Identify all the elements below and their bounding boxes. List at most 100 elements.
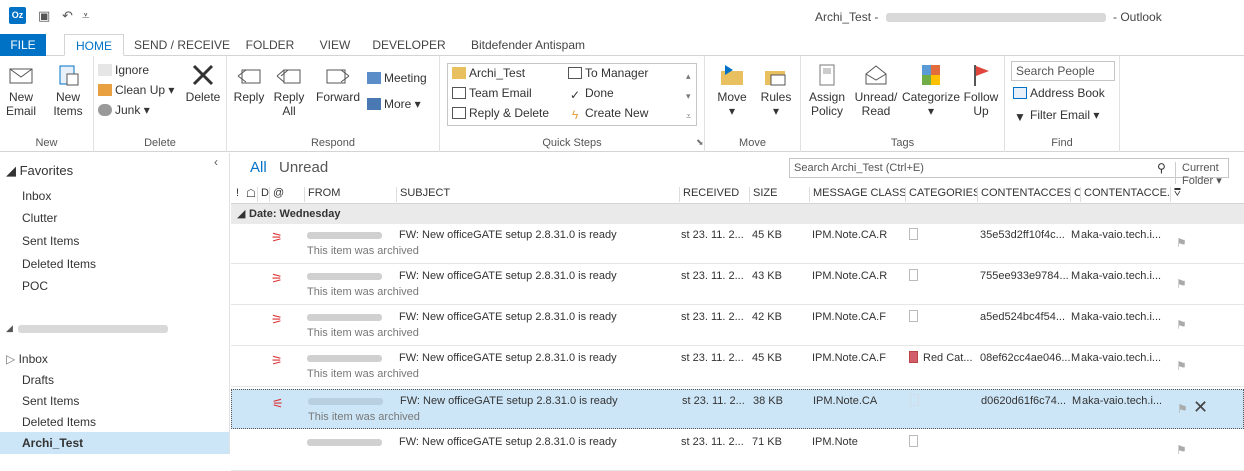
category-box[interactable] [909,228,918,240]
folder-sent-items[interactable]: Sent Items [22,394,79,408]
flag-icon[interactable]: ⚑ [1176,236,1187,250]
col-size[interactable]: SIZE [749,187,809,202]
table-row-selected[interactable]: ⚟ FW: New officeGATE setup 2.8.31.0 is r… [231,389,1244,429]
col-c[interactable]: C [1070,187,1080,202]
favorites-header[interactable]: ◢ Favorites [6,163,73,179]
follow-up-button[interactable]: Follow Up [963,62,999,118]
table-row[interactable]: ⚞ FW: New officeGATE setup 2.8.31.0 is r… [231,306,1244,346]
tab-folder[interactable]: FOLDER [240,34,300,56]
delete-row-icon[interactable]: ✕ [1193,397,1208,418]
col-reminder[interactable]: ☖ [243,187,256,202]
category-box[interactable] [909,310,918,322]
tab-view[interactable]: VIEW [312,34,358,56]
quick-steps-launcher-icon[interactable]: ⬊ [696,137,704,148]
table-row[interactable]: ⚞ FW: New officeGATE setup 2.8.31.0 is r… [231,347,1244,387]
category-red-box[interactable] [909,351,918,363]
table-row[interactable]: ⚞ FW: New officeGATE setup 2.8.31.0 is r… [231,265,1244,305]
col-icon[interactable]: D [257,187,269,202]
category-box[interactable] [909,269,918,281]
filter-all[interactable]: All [250,159,267,176]
table-row[interactable]: ⚞ FW: New officeGATE setup 2.8.31.0 is r… [231,224,1244,264]
folder-drafts[interactable]: Drafts [22,373,54,387]
outlook-app-icon[interactable]: Oz [9,7,26,24]
folder-deleted-items[interactable]: Deleted Items [22,415,96,429]
quickstep-done[interactable]: ✓ Done [568,85,614,101]
sender-redacted [307,355,382,362]
fav-folder-poc[interactable]: POC [22,279,48,293]
table-row[interactable]: FW: New officeGATE setup 2.8.31.0 is rea… [231,431,1244,471]
quickstep-create-new[interactable]: ϟ Create New [568,105,649,121]
col-received[interactable]: RECEIVED [679,187,749,202]
delete-button[interactable]: Delete [184,62,222,104]
tab-bitdefender-antispam[interactable]: Bitdefender Antispam [460,34,596,56]
group-find: Search People Address Book ▼ Filter Email… [1005,56,1120,152]
col-message-class[interactable]: MESSAGE CLASS [809,187,905,202]
collapse-group-icon: ◢ [237,208,246,220]
col-importance[interactable]: ! [236,187,239,202]
group-header-date[interactable]: ◢ Date: Wednesday [231,204,1244,224]
group-label-move: Move [739,137,766,149]
folder-archi-test[interactable]: Archi_Test [0,432,229,454]
account-expand-icon[interactable]: ◢ [6,323,13,334]
collapse-pane-icon[interactable]: ‹ [214,155,218,169]
save-icon[interactable]: ▣ [38,8,50,24]
meeting-button[interactable]: Meeting [367,70,427,86]
quickstep-team-email[interactable]: Team Email [452,85,532,101]
new-email-button[interactable]: New Email [6,62,36,118]
fav-folder-deleted-items[interactable]: Deleted Items [22,257,96,271]
rules-button[interactable]: Rules ▾ [757,62,795,118]
quickstep-reply-delete[interactable]: Reply & Delete [452,105,549,121]
quickstep-archi-test[interactable]: Archi_Test [452,65,525,81]
reply-all-button[interactable]: Reply All [273,62,305,118]
filter-email-button[interactable]: ▼ Filter Email ▾ [1013,107,1099,123]
tab-send-receive[interactable]: SEND / RECEIVE [132,34,232,56]
search-icon[interactable]: ⚲ [1157,161,1166,175]
filter-unread[interactable]: Unread [279,159,328,176]
gallery-scroll-icon[interactable]: ▴ ▾ ⩡ [686,66,691,126]
more-respond-button[interactable]: More ▾ [367,96,421,112]
tab-home[interactable]: HOME [64,34,124,56]
quickstep-to-manager[interactable]: To Manager [568,65,648,81]
undo-icon[interactable]: ↶ [62,8,73,24]
col-from[interactable]: FROM [304,187,396,202]
col-categories[interactable]: CATEGORIES [905,187,977,202]
move-folder-icon [721,65,743,85]
account-name-redacted[interactable] [18,325,168,333]
search-people-input[interactable]: Search People [1011,61,1115,81]
categorize-button[interactable]: Categorize ▾ [901,62,961,118]
junk-button[interactable]: Junk ▾ [98,102,150,118]
ignore-button[interactable]: Ignore [98,62,149,78]
flag-icon[interactable]: ⚑ [1176,318,1187,332]
fav-folder-inbox[interactable]: Inbox [22,189,51,203]
col-contentaccess-1[interactable]: CONTENTACCES... [977,187,1070,202]
tab-developer[interactable]: DEVELOPER [368,34,450,56]
flag-icon[interactable]: ⚑ [1176,443,1187,457]
fav-folder-sent-items[interactable]: Sent Items [22,234,79,248]
new-items-button[interactable]: New Items [48,62,88,118]
flag-icon[interactable]: ⚑ [1177,402,1188,416]
forward-button[interactable]: Forward [313,62,363,104]
ribbon: New Email New Items New Ignore Clean Up … [0,56,1244,152]
col-subject[interactable]: SUBJECT [396,187,679,202]
cleanup-button[interactable]: Clean Up ▾ [98,82,174,98]
col-attachment[interactable]: @ [269,187,284,202]
flag-icon[interactable]: ⚑ [1176,359,1187,373]
reply-button[interactable]: Reply [233,62,265,104]
address-book-button[interactable]: Address Book [1013,85,1105,101]
flag-icon[interactable]: ⚑ [1176,277,1187,291]
new-items-icon [59,65,79,86]
tab-file[interactable]: FILE [0,34,46,56]
unread-read-button[interactable]: Unread/ Read [851,62,901,118]
col-contentaccess-2[interactable]: CONTENTACCE... [1080,187,1170,202]
folder-inbox[interactable]: ▷ Inbox [6,352,48,366]
row-contentaccess-1: d0620d61f6c74... [981,395,1067,407]
move-button[interactable]: Move ▾ [715,62,749,118]
category-box[interactable] [910,394,919,406]
row-preview: This item was archived [307,245,419,257]
fav-folder-clutter[interactable]: Clutter [22,211,57,225]
col-flag-icon[interactable]: ⩢ [1170,187,1184,202]
assign-policy-button[interactable]: Assign Policy [807,62,847,118]
search-folder-input[interactable]: Search Archi_Test (Ctrl+E) ⚲ Current Fol… [789,158,1229,187]
category-box[interactable] [909,435,918,447]
customize-qat-icon[interactable]: ⩡ [82,8,89,24]
